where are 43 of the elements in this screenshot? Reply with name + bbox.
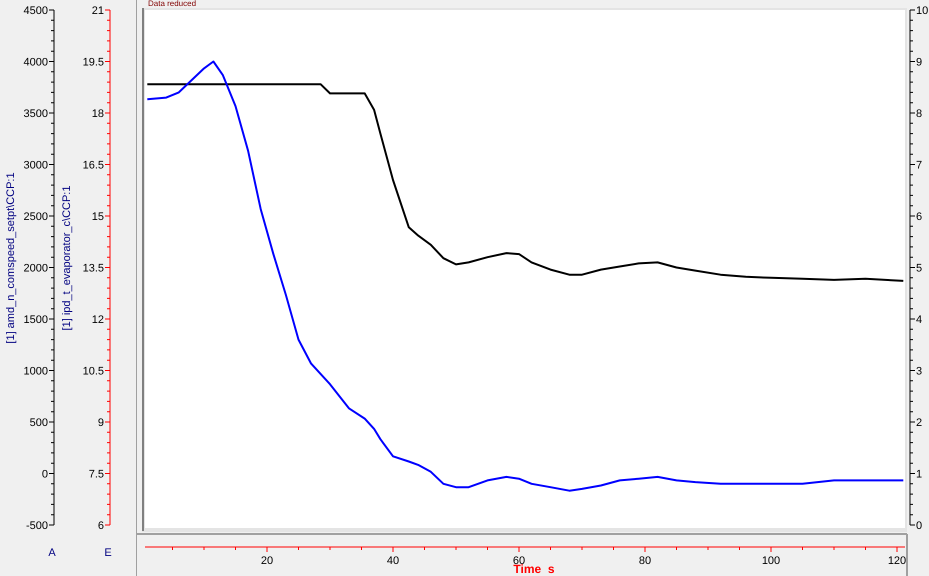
tick-label: 6 (98, 520, 104, 532)
tick-label: 3500 (24, 108, 48, 120)
tick-label: 18 (92, 108, 104, 120)
tick-label: 100 (762, 555, 780, 567)
tick-label: 2 (916, 417, 922, 429)
tick-label: 9 (916, 56, 922, 68)
tick-label: 16.5 (82, 160, 104, 172)
tick-label: 500 (30, 417, 48, 429)
data-reduced-note: Data reduced (148, 0, 196, 8)
tick-label: 2000 (24, 262, 48, 274)
tick-label: 19.5 (82, 56, 104, 68)
tick-label: -500 (26, 520, 48, 532)
tick-label: 0 (916, 520, 922, 532)
tick-label: 1 (916, 468, 922, 480)
tick-label: 9 (98, 417, 104, 429)
tick-label: 15 (92, 211, 104, 223)
tick-label: 2500 (24, 211, 48, 223)
tick-label: 1500 (24, 314, 48, 326)
tick-label: 120 (888, 555, 906, 567)
tick-label: 40 (386, 555, 400, 567)
tick-label: 4500 (24, 5, 48, 17)
tick-label: 20 (260, 555, 274, 567)
tick-label: 1000 (24, 366, 48, 378)
axis-letter: E (104, 547, 112, 559)
tick-label: 6 (916, 211, 922, 223)
tick-label: 8 (916, 108, 922, 120)
tick-label: 4 (916, 314, 922, 326)
tick-label: 3000 (24, 160, 48, 172)
tick-label: 21 (92, 5, 104, 17)
axis-title: [1] ipd_t_evaporator_c\CCP:1 (61, 186, 73, 330)
axis-letter: A (48, 547, 56, 559)
tick-label: 0 (42, 468, 48, 480)
tick-label: 12 (92, 314, 104, 326)
axis-title: [1] amd_n_comspeed_setpt\CCP:1 (5, 172, 17, 344)
tick-label: 10.5 (82, 366, 104, 378)
tick-label: 13.5 (82, 262, 104, 274)
tick-label: 80 (638, 555, 652, 567)
tick-label: 7 (916, 160, 922, 172)
tick-label: 5 (916, 262, 922, 274)
tick-label: 4000 (24, 56, 48, 68)
tick-label: 10 (916, 5, 928, 17)
tick-label: 3 (916, 366, 922, 378)
tick-label: 7.5 (88, 468, 104, 480)
